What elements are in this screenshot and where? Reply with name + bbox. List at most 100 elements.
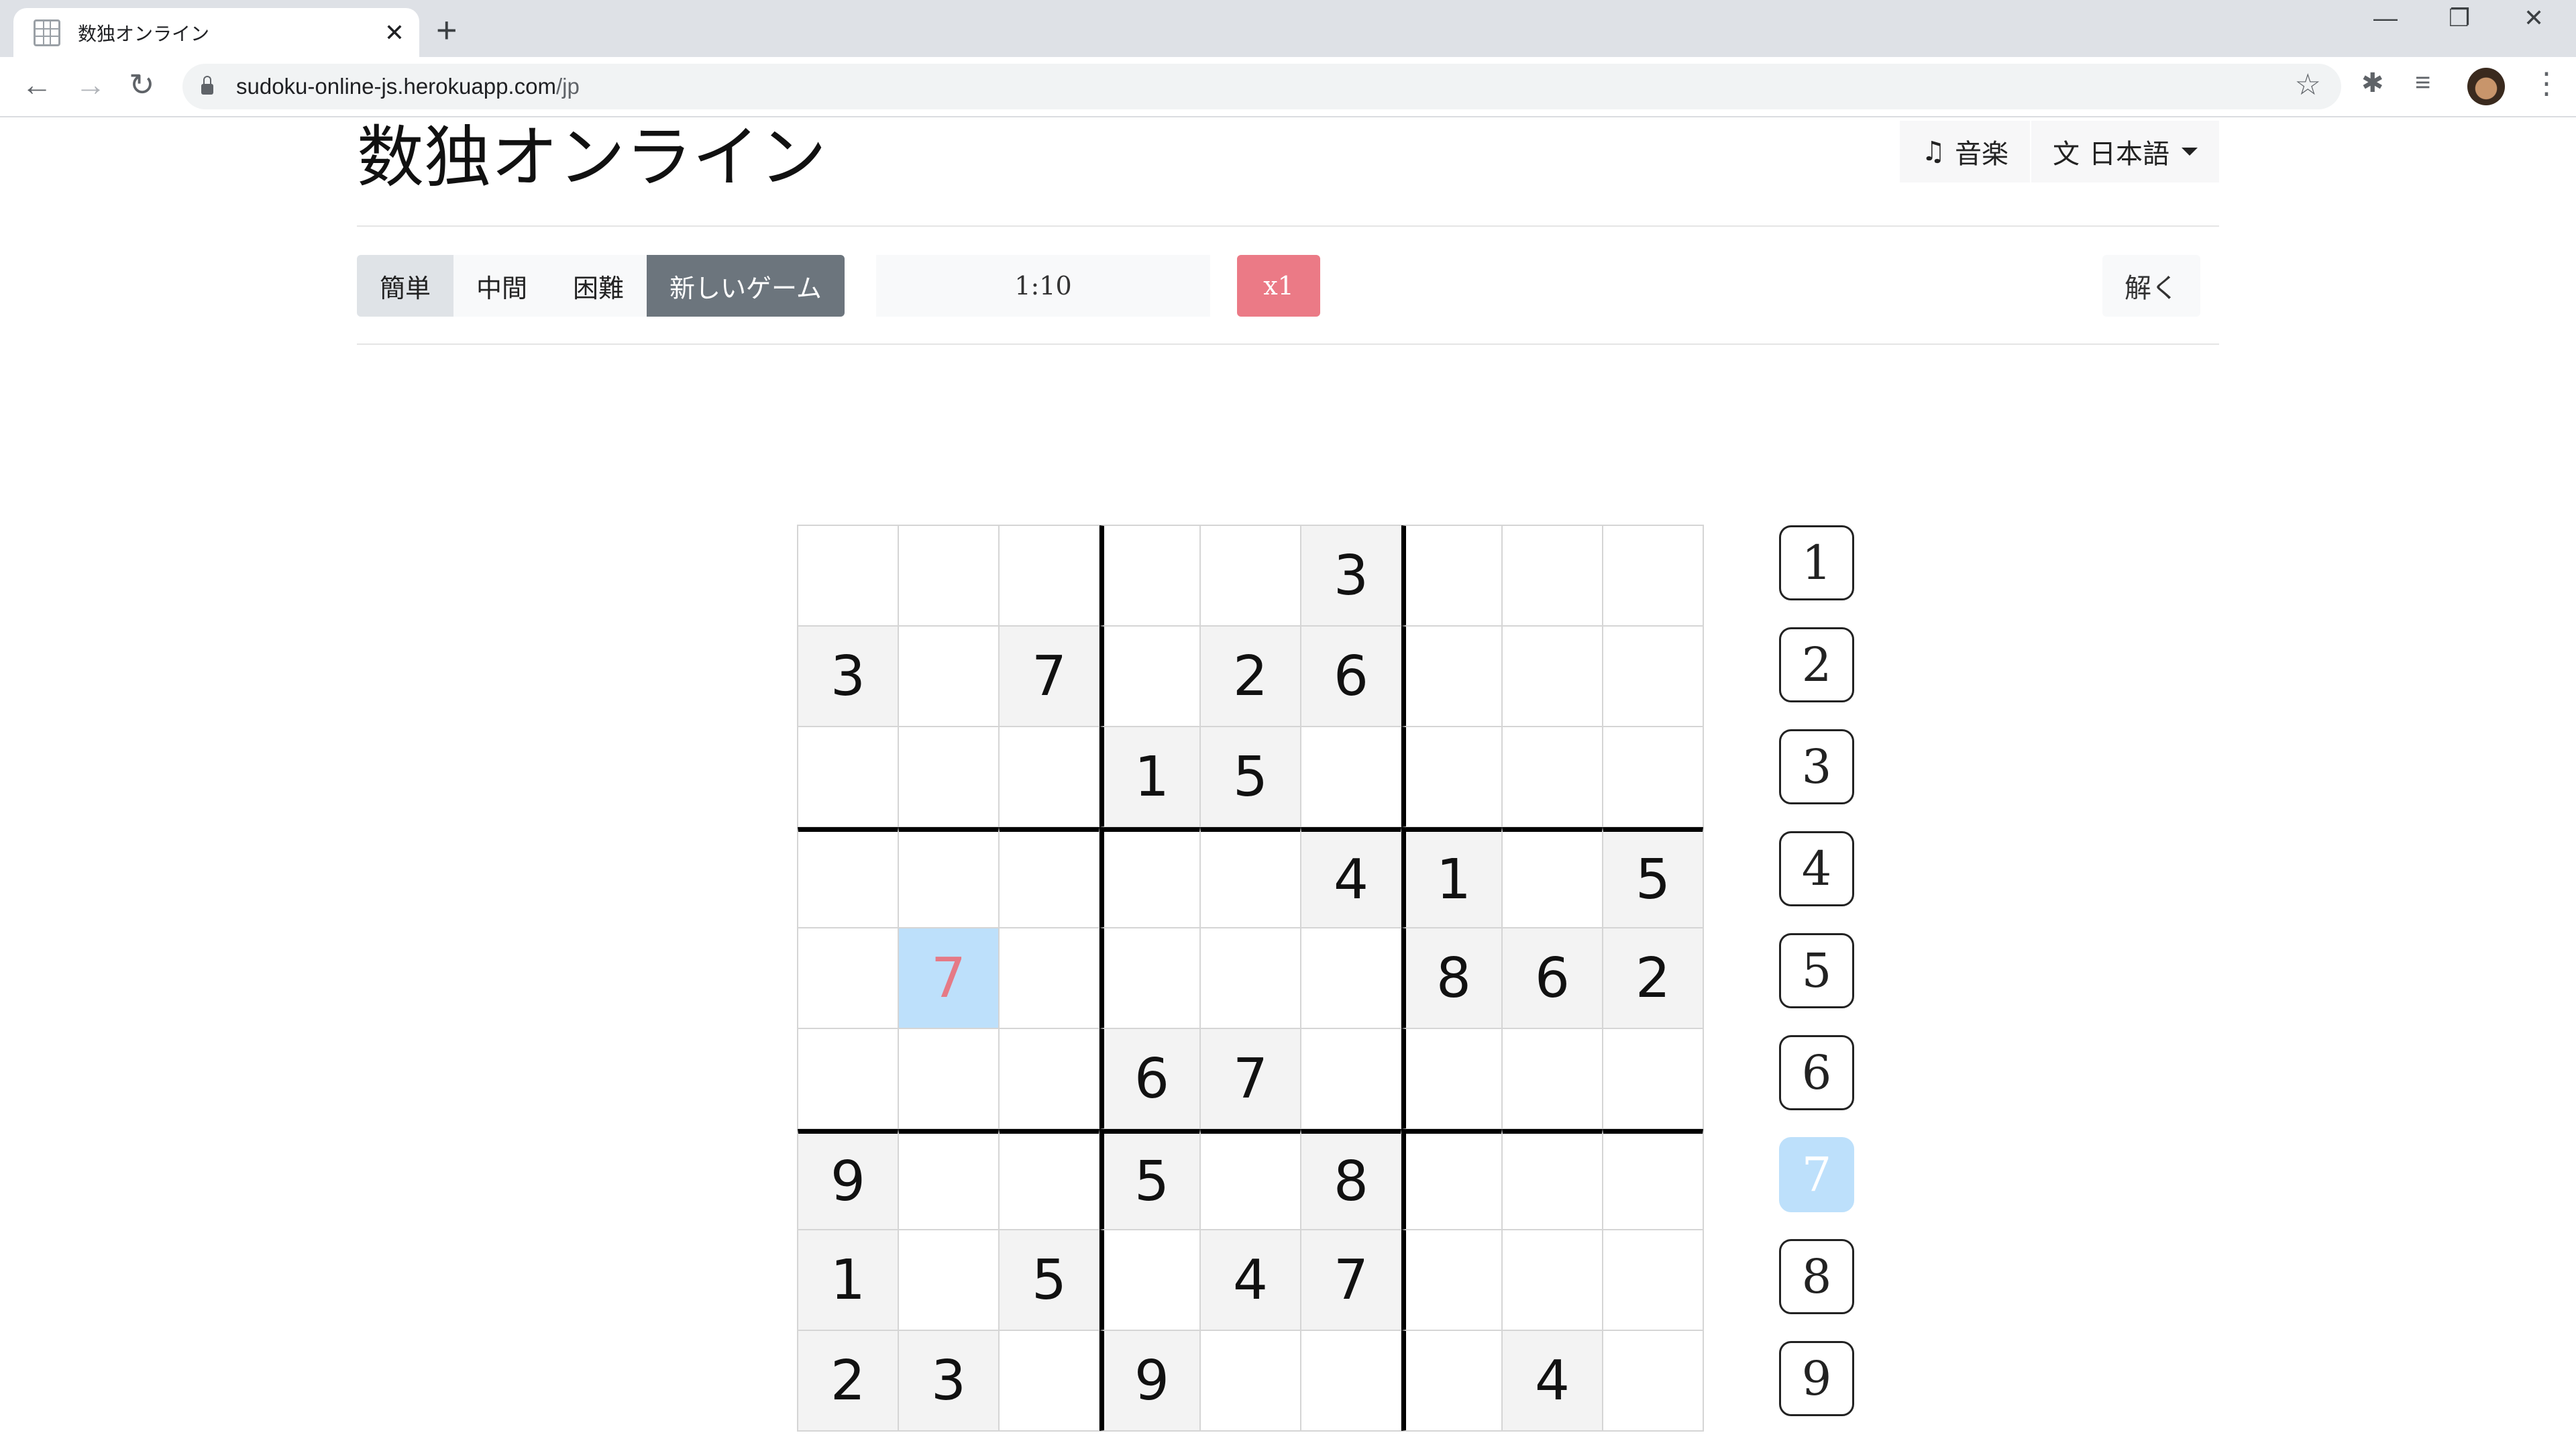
sudoku-cell[interactable]: 7 bbox=[1200, 1028, 1301, 1129]
sudoku-cell[interactable]: 5 bbox=[1099, 1129, 1200, 1230]
sudoku-cell[interactable] bbox=[1099, 928, 1200, 1028]
language-dropdown[interactable]: 文 日本語 bbox=[2030, 121, 2219, 182]
browser-menu-icon[interactable]: ⋮ bbox=[2532, 66, 2561, 101]
sudoku-cell[interactable] bbox=[898, 827, 999, 928]
sudoku-cell[interactable] bbox=[1099, 626, 1200, 727]
sudoku-cell[interactable] bbox=[1401, 1330, 1502, 1431]
new-tab-button[interactable]: + bbox=[436, 9, 458, 51]
sudoku-cell[interactable] bbox=[1603, 727, 1703, 827]
sudoku-cell[interactable] bbox=[999, 727, 1099, 827]
sudoku-cell[interactable]: 1 bbox=[1099, 727, 1200, 827]
sudoku-cell[interactable]: 9 bbox=[1099, 1330, 1200, 1431]
sudoku-cell[interactable] bbox=[1502, 626, 1603, 727]
sudoku-cell[interactable] bbox=[1603, 1129, 1703, 1230]
sudoku-cell[interactable] bbox=[999, 1129, 1099, 1230]
sudoku-cell[interactable]: 8 bbox=[1401, 928, 1502, 1028]
music-button[interactable]: ♫ 音楽 bbox=[1900, 121, 2030, 182]
difficulty-medium-button[interactable]: 中間 bbox=[453, 255, 551, 317]
sudoku-cell[interactable]: 3 bbox=[798, 626, 898, 727]
media-queue-icon[interactable]: ≡ bbox=[2415, 68, 2430, 98]
sudoku-cell[interactable]: 5 bbox=[999, 1230, 1099, 1330]
sudoku-cell[interactable]: 9 bbox=[798, 1129, 898, 1230]
back-arrow-icon[interactable]: ← bbox=[21, 66, 52, 103]
sudoku-cell[interactable] bbox=[1099, 525, 1200, 626]
sudoku-cell[interactable] bbox=[1502, 1129, 1603, 1230]
minimize-button[interactable]: — bbox=[2373, 4, 2398, 32]
sudoku-cell[interactable]: 1 bbox=[798, 1230, 898, 1330]
sudoku-cell[interactable] bbox=[798, 1028, 898, 1129]
sudoku-cell[interactable] bbox=[1401, 727, 1502, 827]
sudoku-cell[interactable] bbox=[798, 928, 898, 1028]
sudoku-cell[interactable] bbox=[898, 1028, 999, 1129]
bookmark-star-icon[interactable]: ☆ bbox=[2295, 68, 2321, 102]
sudoku-cell[interactable]: 6 bbox=[1301, 626, 1401, 727]
sudoku-cell[interactable]: 7 bbox=[999, 626, 1099, 727]
sudoku-cell[interactable] bbox=[1603, 1230, 1703, 1330]
sudoku-cell[interactable]: 2 bbox=[1603, 928, 1703, 1028]
sudoku-cell[interactable]: 2 bbox=[798, 1330, 898, 1431]
sudoku-cell[interactable]: 4 bbox=[1502, 1330, 1603, 1431]
sudoku-cell[interactable] bbox=[1200, 525, 1301, 626]
sudoku-cell[interactable] bbox=[999, 1028, 1099, 1129]
sudoku-cell[interactable]: 4 bbox=[1301, 827, 1401, 928]
close-tab-icon[interactable]: ✕ bbox=[384, 19, 405, 47]
sudoku-cell[interactable] bbox=[1200, 928, 1301, 1028]
sudoku-cell[interactable] bbox=[798, 525, 898, 626]
sudoku-cell[interactable] bbox=[1502, 1028, 1603, 1129]
solve-button[interactable]: 解く bbox=[2102, 255, 2200, 317]
sudoku-cell[interactable] bbox=[898, 525, 999, 626]
restore-button[interactable]: ❐ bbox=[2449, 4, 2470, 32]
sudoku-cell[interactable]: 6 bbox=[1099, 1028, 1200, 1129]
number-button-7[interactable]: 7 bbox=[1779, 1137, 1854, 1212]
sudoku-cell[interactable]: 3 bbox=[1301, 525, 1401, 626]
sudoku-cell[interactable]: 8 bbox=[1301, 1129, 1401, 1230]
sudoku-cell[interactable]: 6 bbox=[1502, 928, 1603, 1028]
sudoku-cell[interactable] bbox=[1401, 1129, 1502, 1230]
profile-avatar[interactable] bbox=[2467, 68, 2505, 105]
sudoku-cell[interactable] bbox=[898, 1230, 999, 1330]
sudoku-cell[interactable] bbox=[1603, 1028, 1703, 1129]
sudoku-cell[interactable] bbox=[1603, 626, 1703, 727]
sudoku-cell[interactable]: 2 bbox=[1200, 626, 1301, 727]
sudoku-cell[interactable] bbox=[999, 827, 1099, 928]
difficulty-easy-button[interactable]: 簡単 bbox=[357, 255, 454, 317]
sudoku-cell[interactable] bbox=[1502, 727, 1603, 827]
sudoku-cell[interactable]: 5 bbox=[1200, 727, 1301, 827]
sudoku-cell[interactable] bbox=[1200, 1129, 1301, 1230]
forward-arrow-icon[interactable]: → bbox=[75, 66, 106, 103]
sudoku-cell[interactable] bbox=[1401, 626, 1502, 727]
sudoku-cell[interactable]: 4 bbox=[1200, 1230, 1301, 1330]
sudoku-cell[interactable] bbox=[1502, 1230, 1603, 1330]
sudoku-cell[interactable] bbox=[1301, 1028, 1401, 1129]
sudoku-cell[interactable] bbox=[1099, 1230, 1200, 1330]
hint-button[interactable]: x1 bbox=[1237, 255, 1320, 317]
sudoku-cell[interactable] bbox=[798, 727, 898, 827]
number-button-9[interactable]: 9 bbox=[1779, 1341, 1854, 1416]
sudoku-cell[interactable] bbox=[898, 1129, 999, 1230]
sudoku-cell[interactable]: 1 bbox=[1401, 827, 1502, 928]
sudoku-cell[interactable] bbox=[1401, 1230, 1502, 1330]
sudoku-cell[interactable] bbox=[1401, 525, 1502, 626]
sudoku-cell[interactable]: 3 bbox=[898, 1330, 999, 1431]
sudoku-cell[interactable] bbox=[1200, 1330, 1301, 1431]
number-button-8[interactable]: 8 bbox=[1779, 1239, 1854, 1314]
number-button-5[interactable]: 5 bbox=[1779, 933, 1854, 1008]
address-bar[interactable]: sudoku-online-js.herokuapp.com/jp ☆ bbox=[182, 64, 2341, 109]
difficulty-hard-button[interactable]: 困難 bbox=[550, 255, 647, 317]
sudoku-cell[interactable] bbox=[898, 727, 999, 827]
reload-icon[interactable]: ↻ bbox=[129, 66, 155, 103]
sudoku-cell[interactable] bbox=[999, 928, 1099, 1028]
sudoku-cell[interactable] bbox=[999, 525, 1099, 626]
sudoku-cell[interactable] bbox=[1301, 1330, 1401, 1431]
number-button-1[interactable]: 1 bbox=[1779, 525, 1854, 600]
sudoku-cell[interactable]: 7 bbox=[898, 928, 999, 1028]
browser-tab[interactable]: 数独オンライン ✕ bbox=[13, 8, 419, 57]
sudoku-cell[interactable]: 7 bbox=[1301, 1230, 1401, 1330]
sudoku-cell[interactable] bbox=[1301, 928, 1401, 1028]
sudoku-cell[interactable]: 5 bbox=[1603, 827, 1703, 928]
sudoku-cell[interactable] bbox=[1603, 1330, 1703, 1431]
number-button-2[interactable]: 2 bbox=[1779, 627, 1854, 702]
sudoku-cell[interactable] bbox=[1200, 827, 1301, 928]
sudoku-cell[interactable] bbox=[1401, 1028, 1502, 1129]
sudoku-cell[interactable] bbox=[1502, 827, 1603, 928]
